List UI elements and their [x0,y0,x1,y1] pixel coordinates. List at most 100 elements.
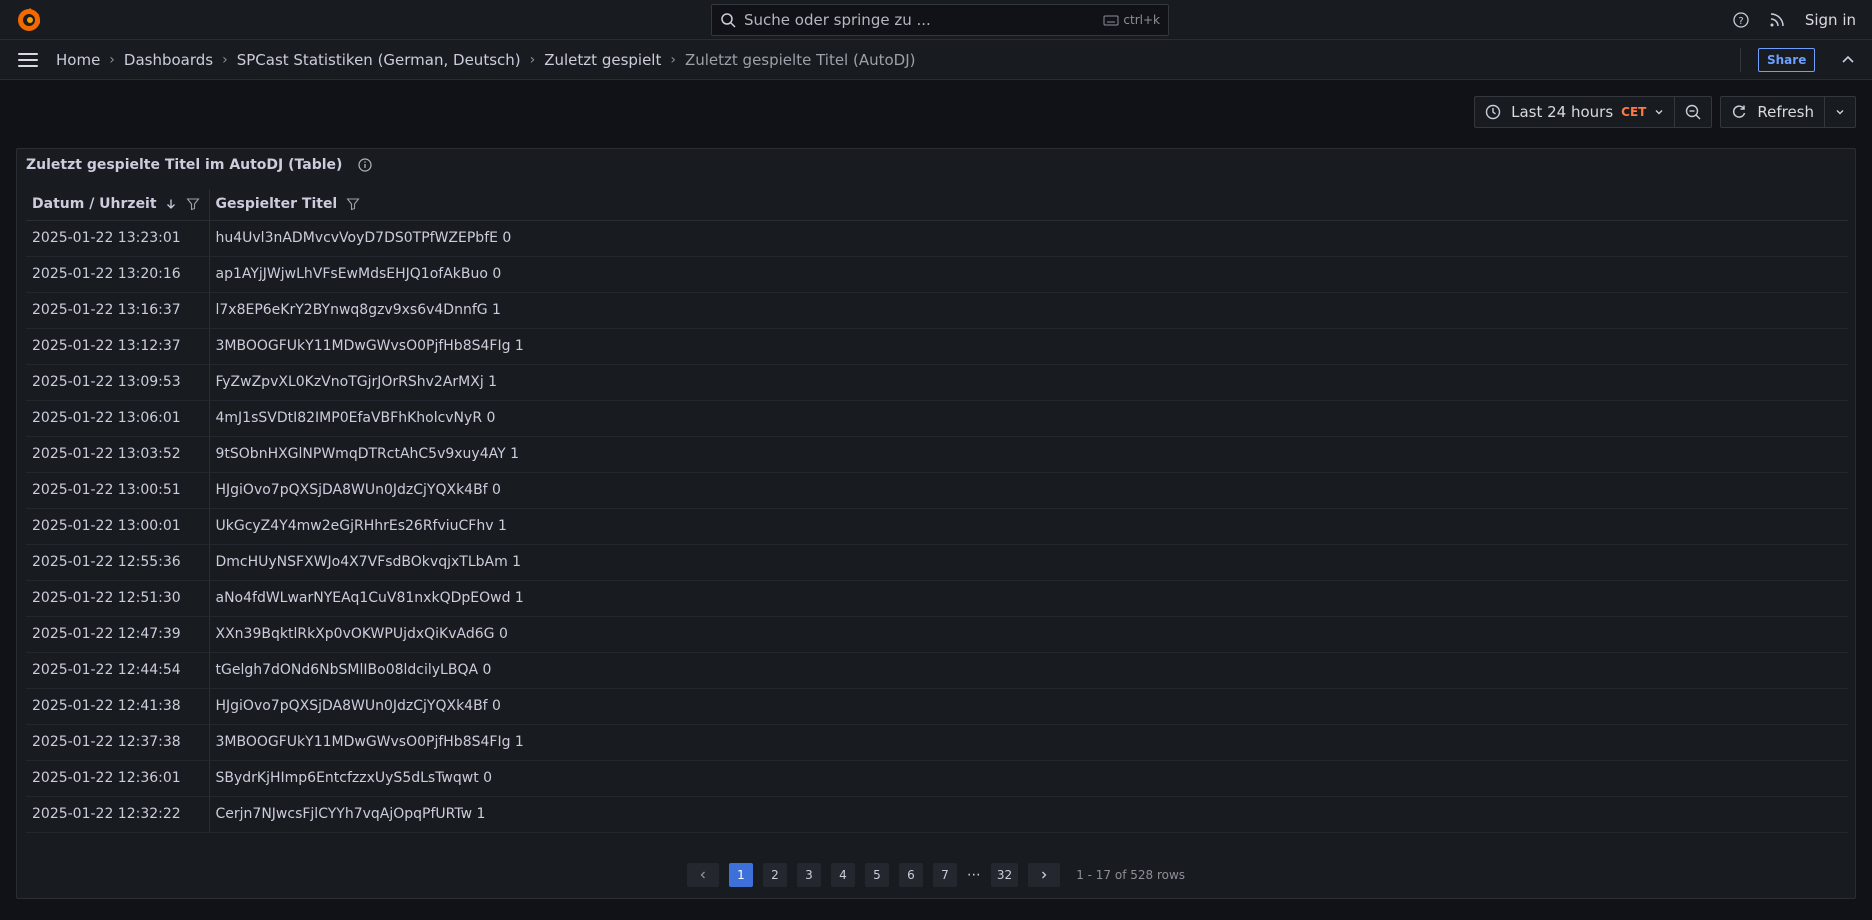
panel-title-text: Zuletzt gespielte Titel im AutoDJ (Table… [26,157,343,173]
pagination-ellipsis: ⋯ [966,867,981,883]
table-row: 2025-01-22 12:44:54 tGelgh7dONd6NbSMlIBo0… [26,652,1848,689]
table-row: 2025-01-22 13:06:01 4mJ1sSVDtI82IMP0EfaVB… [26,400,1848,437]
table-row: 2025-01-22 12:51:30 aNo4fdWLwarNYEAq1CuV8… [26,580,1848,617]
cell-title: Cerjn7NJwcsFjlCYYh7vqAjOpqPfURTw 1 [209,796,1848,833]
cell-title: HJgiOvo7pQXSjDA8WUn0JdzCjYQXk4Bf 0 [209,472,1848,509]
clock-icon [1485,104,1501,120]
table-row: 2025-01-22 13:03:52 9tSObnHXGlNPWmqDTRctA… [26,436,1848,473]
table-panel: Zuletzt gespielte Titel im AutoDJ (Table… [16,148,1856,899]
rss-icon[interactable] [1769,12,1785,28]
refresh-interval-dropdown[interactable] [1824,97,1855,127]
shortcut-label: ctrl+k [1123,13,1160,27]
cell-date: 2025-01-22 12:37:38 [26,724,210,761]
page-button-5[interactable]: 5 [864,863,889,887]
data-table: Datum / Uhrzeit Gespielter Titel 2025-01… [26,189,1848,833]
breadcrumb-home[interactable]: Home [56,51,100,69]
table-row: 2025-01-22 13:16:37 l7x8EP6eKrY2BYnwq8gzv… [26,292,1848,329]
search-icon [721,13,736,28]
page-button-last[interactable]: 32 [990,863,1019,887]
column-header-title[interactable]: Gespielter Titel [209,189,1848,221]
refresh-button[interactable]: Refresh [1721,97,1824,127]
column-header-date[interactable]: Datum / Uhrzeit [26,189,210,221]
nav-bar: Home › Dashboards › SPCast Statistiken (… [0,40,1872,80]
cell-date: 2025-01-22 12:41:38 [26,688,210,725]
next-page-button[interactable] [1028,863,1061,887]
sign-in-link[interactable]: Sign in [1805,11,1856,29]
sort-desc-icon [167,199,176,210]
cell-date: 2025-01-22 13:00:01 [26,508,210,545]
chevron-down-icon [1836,110,1844,115]
table-row: 2025-01-22 12:36:01 SBydrKjHImp6EntcfzzxU… [26,760,1848,797]
chevron-right-icon: › [670,51,676,68]
page-button-4[interactable]: 4 [830,863,855,887]
page-button-2[interactable]: 2 [762,863,787,887]
cell-date: 2025-01-22 12:36:01 [26,760,210,797]
breadcrumb-dashboards[interactable]: Dashboards [124,51,213,69]
search-shortcut: ctrl+k [1103,13,1160,27]
refresh-icon [1733,105,1746,118]
hamburger-icon[interactable] [18,52,38,67]
cell-date: 2025-01-22 13:00:51 [26,472,210,509]
breadcrumb-folder[interactable]: Zuletzt gespielt [544,51,661,69]
keyboard-icon [1103,15,1119,26]
cell-date: 2025-01-22 12:44:54 [26,652,210,689]
cell-date: 2025-01-22 13:12:37 [26,328,210,365]
panel-title[interactable]: Zuletzt gespielte Titel im AutoDJ (Table… [26,157,373,173]
filter-icon[interactable] [186,197,200,211]
time-range-picker[interactable]: Last 24 hours CET [1475,97,1674,127]
breadcrumb: Home › Dashboards › SPCast Statistiken (… [56,51,916,69]
table-row: 2025-01-22 13:12:37 3MBOOGFUkY11MDwGWvsO0… [26,328,1848,365]
cell-title: 4mJ1sSVDtI82IMP0EfaVBFhKholcvNyR 0 [209,400,1848,437]
search-placeholder: Suche oder springe zu ... [744,11,931,29]
chevron-down-icon [1655,110,1663,115]
table-row: 2025-01-22 12:47:39 XXn39BqktlRkXp0vOKWPU… [26,616,1848,653]
table-header-row: Datum / Uhrzeit Gespielter Titel [26,189,1848,221]
rows-info: 1 - 17 of 528 rows [1076,868,1186,882]
chevron-up-icon[interactable] [1840,52,1856,68]
cell-title: DmcHUyNSFXWJo4X7VFsdBOkvqjxTLbAm 1 [209,544,1848,581]
chevron-left-icon [700,871,705,879]
table-body: 2025-01-22 13:23:01 hu4Uvl3nADMvcvVoyD7DS… [26,220,1848,833]
grafana-logo-icon[interactable] [16,7,42,33]
column-header-title-label: Gespielter Titel [215,196,338,213]
breadcrumb-current: Zuletzt gespielte Titel (AutoDJ) [684,50,916,69]
cell-title: 3MBOOGFUkY11MDwGWvsO0PjfHb8S4FIg 1 [209,328,1848,365]
cell-title: tGelgh7dONd6NbSMlIBo08ldcilyLBQA 0 [209,652,1848,689]
chevron-right-icon [1042,871,1047,879]
cell-title: hu4Uvl3nADMvcvVoyD7DS0TPfWZEPbfE 0 [209,220,1848,257]
cell-date: 2025-01-22 12:47:39 [26,616,210,653]
cell-title: FyZwZpvXL0KzVnoTGjrJOrRShv2ArMXj 1 [209,364,1848,401]
cell-title: HJgiOvo7pQXSjDA8WUn0JdzCjYQXk4Bf 0 [209,688,1848,725]
cell-date: 2025-01-22 13:03:52 [26,436,210,473]
chevron-right-icon: › [529,51,536,68]
zoom-out-icon [1686,104,1701,120]
cell-title: UkGcyZ4Y4mw2eGjRHhrEs26RfviuCFhv 1 [209,508,1848,545]
cell-title: 9tSObnHXGlNPWmqDTRctAhC5v9xuy4AY 1 [209,436,1848,473]
filter-icon[interactable] [346,197,360,211]
cell-title: XXn39BqktlRkXp0vOKWPUjdxQiKvAd6G 0 [209,616,1848,653]
cell-date: 2025-01-22 13:06:01 [26,400,210,437]
zoom-out-button[interactable] [1674,97,1711,127]
dashboard-controls: Last 24 hours CET Refresh [1474,96,1856,128]
search-bar[interactable]: Suche oder springe zu ... ctrl+k [711,4,1169,36]
page-button-6[interactable]: 6 [898,863,923,887]
cell-date: 2025-01-22 13:16:37 [26,292,210,329]
cell-title: l7x8EP6eKrY2BYnwq8gzv9xs6v4DnnfG 1 [209,292,1848,329]
table-row: 2025-01-22 12:32:22 Cerjn7NJwcsFjlCYYh7vq… [26,796,1848,833]
share-button[interactable]: Share [1758,48,1816,72]
prev-page-button[interactable] [686,863,719,887]
cell-title: ap1AYjJWjwLhVFsEwMdsEHJQ1ofAkBuo 0 [209,256,1848,293]
cell-date: 2025-01-22 13:23:01 [26,220,210,257]
refresh-group: Refresh [1720,96,1856,128]
cell-title: 3MBOOGFUkY11MDwGWvsO0PjfHb8S4FIg 1 [209,724,1848,761]
cell-date: 2025-01-22 13:20:16 [26,256,210,293]
cell-date: 2025-01-22 12:51:30 [26,580,210,617]
breadcrumb-dashboard[interactable]: SPCast Statistiken (German, Deutsch) [237,51,521,69]
cell-date: 2025-01-22 13:09:53 [26,364,210,401]
info-icon[interactable] [358,158,373,172]
help-icon[interactable]: ? [1733,12,1749,28]
page-button-3[interactable]: 3 [796,863,821,887]
table-row: 2025-01-22 12:41:38 HJgiOvo7pQXSjDA8WUn0J… [26,688,1848,725]
page-button-7[interactable]: 7 [932,863,957,887]
page-button-1[interactable]: 1 [728,863,753,887]
